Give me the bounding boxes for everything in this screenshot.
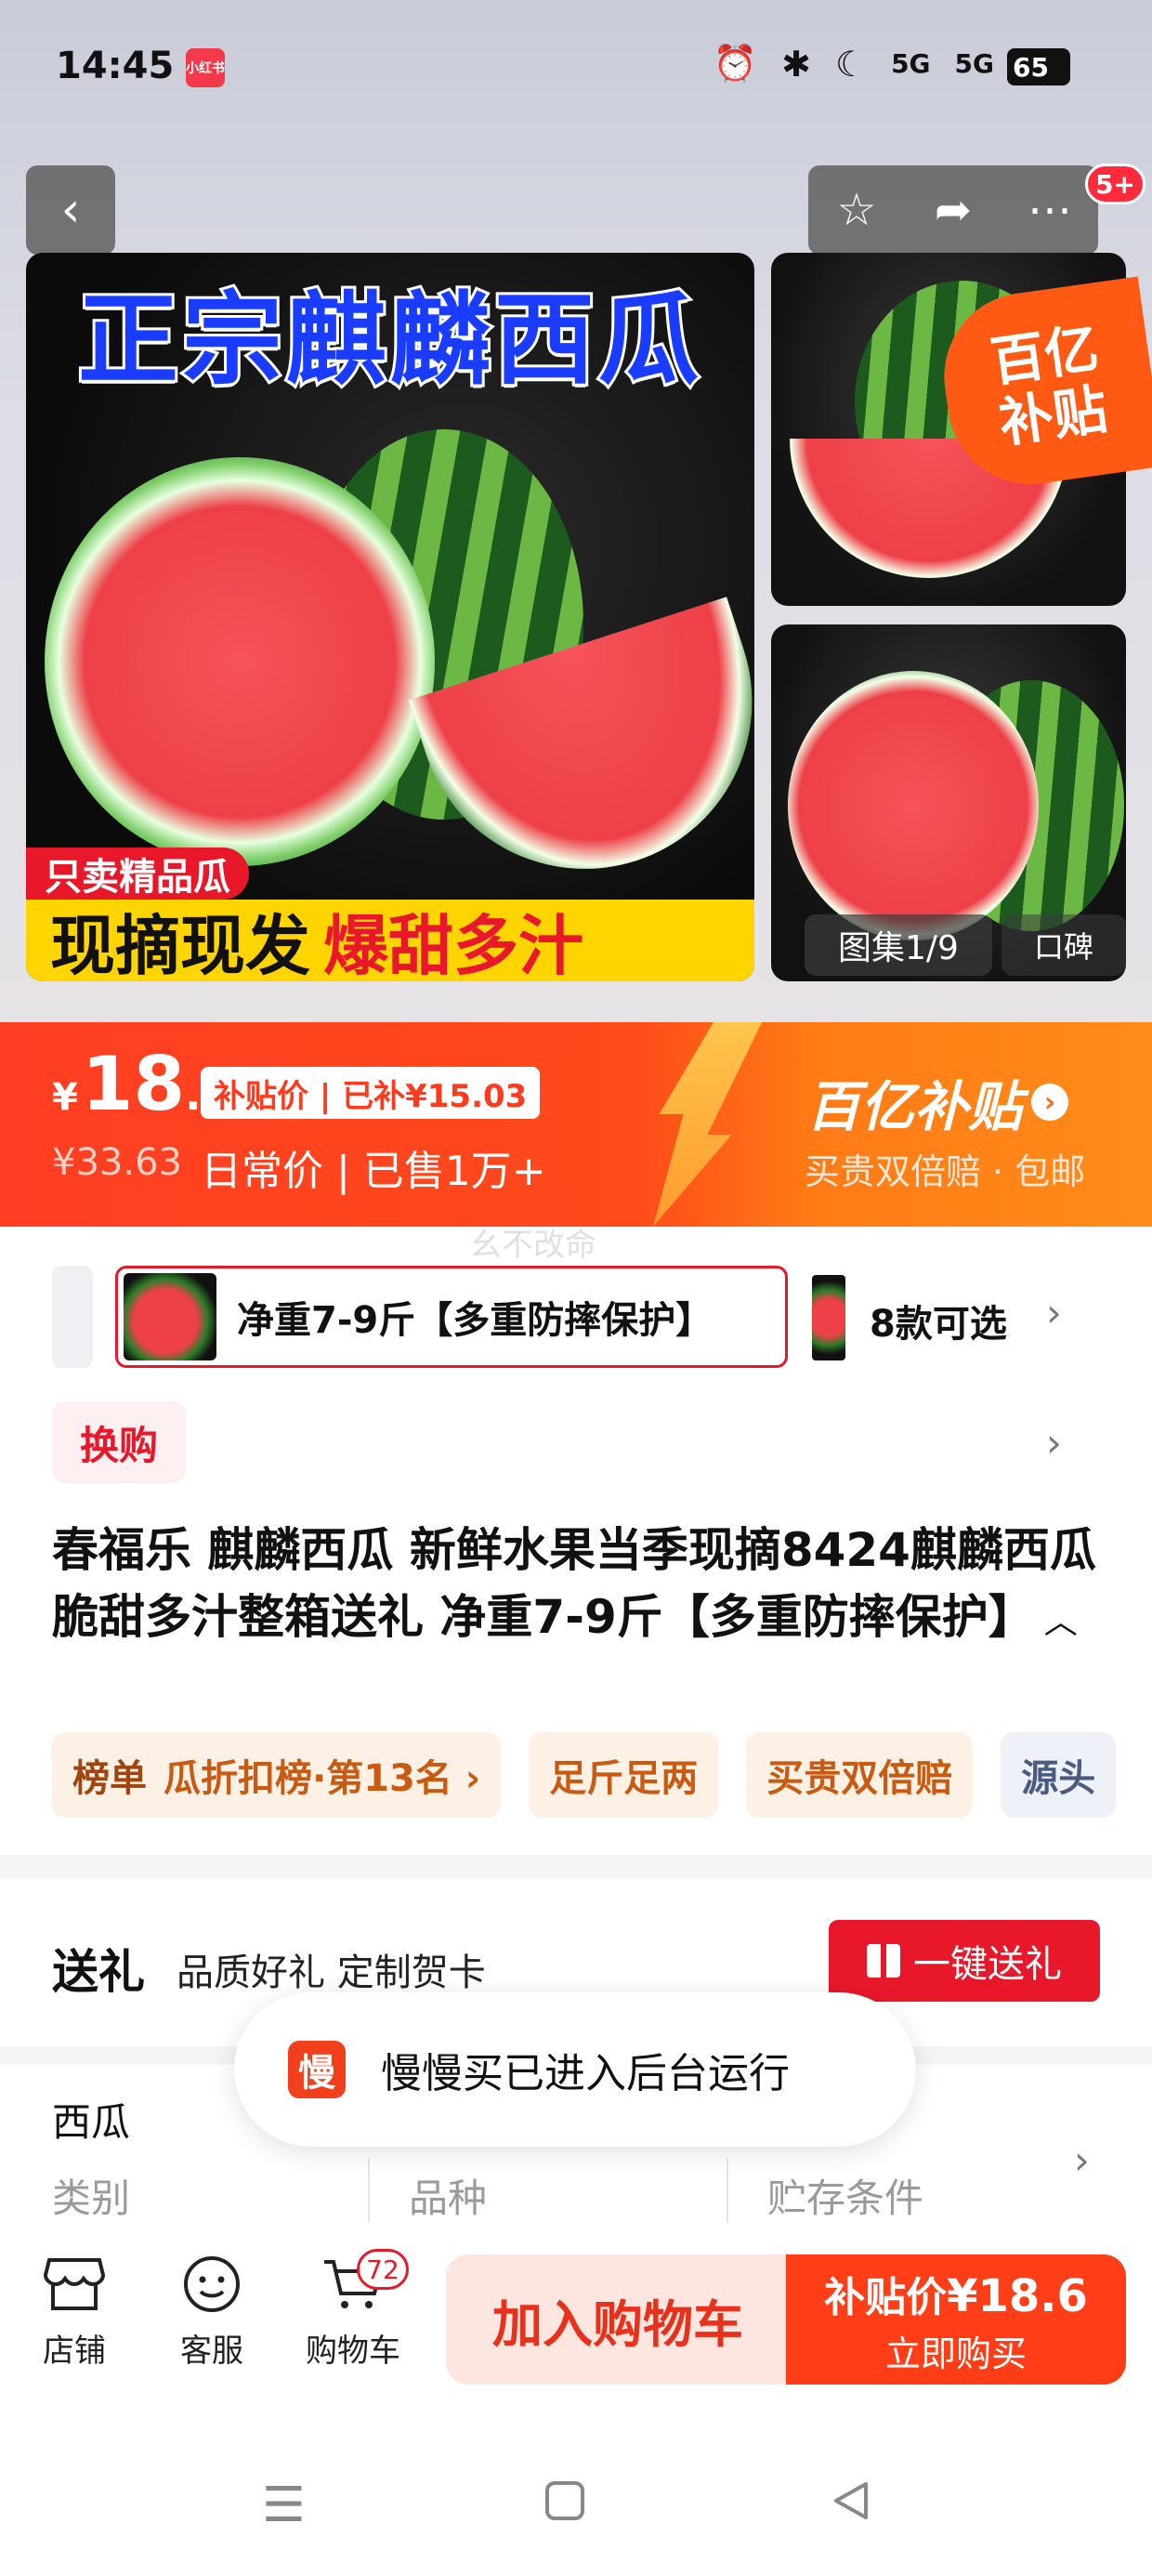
bluetooth-icon: ✱: [781, 43, 811, 85]
original-price: ¥33.63: [52, 1141, 182, 1184]
home-icon[interactable]: [544, 2477, 585, 2533]
favorite-button[interactable]: ☆: [812, 165, 901, 255]
currency-symbol: ¥: [52, 1076, 78, 1119]
buy-now-price: 补贴价¥18.6: [824, 2264, 1088, 2323]
bottom-action-bar: 店铺 客服 购物车 72 加入购物车 补贴价¥18.6 立即购买: [0, 2232, 1152, 2399]
badge-origin[interactable]: 源头: [1001, 1732, 1117, 1818]
subsidy-line-2: 补贴: [995, 376, 1111, 455]
signal-icon-1: 5G: [891, 48, 931, 79]
service-button[interactable]: 客服: [156, 2254, 268, 2371]
ranking-text: 瓜折扣榜·第13名 ›: [164, 1757, 481, 1800]
menu-icon[interactable]: ☰: [262, 2477, 306, 2533]
badge-row: 榜单 瓜折扣榜·第13名 › 足斤足两 买贵双倍赔 源头: [52, 1732, 1152, 1818]
price-meta: 日常价 | 已售1万+: [201, 1148, 546, 1195]
buy-now-button[interactable]: 补贴价¥18.6 立即购买: [786, 2254, 1126, 2385]
star-icon: ☆: [836, 184, 877, 236]
attribute-divider: [368, 2158, 370, 2223]
add-to-cart-button[interactable]: 加入购物车: [446, 2254, 790, 2385]
subsidy-price-label: 补贴价 | 已补¥15.03: [201, 1067, 541, 1119]
chevron-right-icon[interactable]: ›: [1046, 1290, 1062, 1335]
attribute-label-category: 类别: [52, 2175, 131, 2221]
chat-face-icon: [179, 2254, 244, 2314]
send-gift-label: 一键送礼: [913, 1943, 1062, 1986]
price-integer: 18: [81, 1041, 186, 1127]
sku-option-next[interactable]: [812, 1275, 845, 1360]
image-tag: 只卖精品瓜: [26, 848, 249, 900]
chevron-up-icon[interactable]: ︿: [1044, 1603, 1078, 1641]
image-caption: 现摘现发 爆甜多汁: [26, 900, 754, 981]
section-divider: [0, 1855, 1152, 1879]
signal-icon-2: 5G: [954, 48, 994, 79]
app-icon: 慢: [288, 2041, 346, 2098]
cart-label: 购物车: [306, 2333, 400, 2370]
battery-icon: 65: [1007, 48, 1070, 85]
send-gift-button[interactable]: 一键送礼: [829, 1920, 1100, 2002]
back-button[interactable]: ‹: [26, 165, 115, 255]
chevron-right-icon[interactable]: ›: [1074, 2137, 1090, 2183]
gift-title: 送礼: [52, 1945, 145, 1999]
subsidy-program-sub: 买贵双倍赔 · 包邮: [805, 1151, 1086, 1192]
product-title: 春福乐 麒麟西瓜 新鲜水果当季现摘8424麒麟西瓜脆甜多汁整箱送礼 净重7-9斤…: [52, 1517, 1111, 1656]
main-product-image[interactable]: 正宗麒麟西瓜 只卖精品瓜 现摘现发 爆甜多汁: [26, 253, 754, 981]
attribute-label-storage: 贮存条件: [767, 2175, 924, 2221]
share-button[interactable]: ➦: [909, 165, 998, 255]
cart-count-badge: 72: [357, 2249, 409, 2290]
lightning-icon: [653, 1022, 762, 1227]
chevron-left-icon: ‹: [60, 182, 81, 238]
attribute-value-category: 西瓜: [52, 2099, 131, 2145]
gallery-counter[interactable]: 图集1/9: [805, 914, 992, 976]
buy-now-price-label: 补贴价: [824, 2273, 948, 2321]
status-bar: 14:45 小红书 ⏰ ✱ ☾ 5G 5G 65: [0, 0, 1152, 139]
subsidy-program-name: 百亿补贴: [806, 1075, 1023, 1138]
alarm-icon: ⏰: [713, 43, 758, 84]
watermelon-half-graphic: [45, 457, 435, 866]
image-title: 正宗麒麟西瓜: [75, 280, 702, 401]
subsidy-program-link[interactable]: 百亿补贴 ›: [806, 1063, 1069, 1141]
chevron-right-icon[interactable]: ›: [1046, 1420, 1062, 1465]
header-actions: ☆ ➦ ⋯: [808, 165, 1098, 255]
product-title-text: 春福乐 麒麟西瓜 新鲜水果当季现摘8424麒麟西瓜脆甜多汁整箱送礼 净重7-9斤…: [52, 1523, 1096, 1644]
shop-button[interactable]: 店铺: [19, 2254, 130, 2371]
ranking-badge[interactable]: 榜单 瓜折扣榜·第13名 ›: [52, 1732, 502, 1818]
back-nav-icon[interactable]: [831, 2477, 871, 2533]
product-gallery[interactable]: 14:45 小红书 ⏰ ✱ ☾ 5G 5G 65 ‹ ☆ ➦ ⋯ 5+ 正宗麒麟…: [0, 0, 1152, 1022]
buy-now-label: 立即购买: [884, 2333, 1027, 2374]
image-caption-part1: 现摘现发: [50, 907, 310, 982]
image-caption-part2: 爆甜多汁: [323, 907, 583, 982]
service-label: 客服: [180, 2333, 243, 2370]
status-icons: ⏰ ✱ ☾ 5G 5G: [713, 43, 994, 85]
moon-icon: ☾: [834, 43, 868, 85]
sku-option-selected[interactable]: 净重7-9斤【多重防摔保护】: [115, 1266, 788, 1368]
gift-icon: [867, 1944, 900, 1978]
badge-price-guarantee[interactable]: 买贵双倍赔: [746, 1732, 974, 1818]
status-time: 14:45: [56, 45, 175, 87]
more-button[interactable]: ⋯: [1005, 165, 1094, 255]
toast-notification: 慢 慢慢买已进入后台运行: [234, 1992, 916, 2147]
exchange-tag[interactable]: 换购: [52, 1401, 186, 1483]
sku-more-options[interactable]: 8款可选: [870, 1294, 1007, 1347]
gift-description: 品质好礼 定制贺卡: [177, 1952, 486, 1994]
sku-thumbnail: [124, 1273, 216, 1360]
app-notification-icon: 小红书: [186, 48, 225, 87]
share-icon: ➦: [934, 184, 973, 236]
chevron-right-icon: ›: [1031, 1084, 1069, 1121]
system-navigation-bar: ☰: [0, 2416, 1152, 2576]
shop-label: 店铺: [43, 2333, 106, 2370]
sku-option-prev[interactable]: [52, 1266, 93, 1368]
sku-selector: 净重7-9斤【多重防摔保护】 8款可选 ›: [0, 1256, 1152, 1377]
attribute-label-variety: 品种: [409, 2175, 488, 2221]
ranking-label: 榜单: [72, 1757, 147, 1800]
message-count-badge: 5+: [1085, 164, 1145, 204]
watermelon-half-graphic: [788, 671, 1039, 940]
toast-text: 慢慢买已进入后台运行: [381, 2050, 790, 2097]
more-icon: ⋯: [1028, 184, 1072, 236]
sku-option-label: 净重7-9斤【多重防摔保护】: [237, 1299, 713, 1342]
badge-full-weight[interactable]: 足斤足两: [529, 1732, 719, 1818]
cart-button[interactable]: 购物车 72: [297, 2249, 409, 2371]
buy-now-price-value: ¥18.6: [947, 2269, 1088, 2322]
reviews-tab[interactable]: 口碑: [1001, 914, 1126, 976]
store-icon: [42, 2254, 107, 2314]
price-banner: ¥ 18 .6 补贴价 | 已补¥15.03 ¥33.63 日常价 | 已售1万…: [0, 1022, 1152, 1227]
attribute-divider: [727, 2158, 728, 2223]
